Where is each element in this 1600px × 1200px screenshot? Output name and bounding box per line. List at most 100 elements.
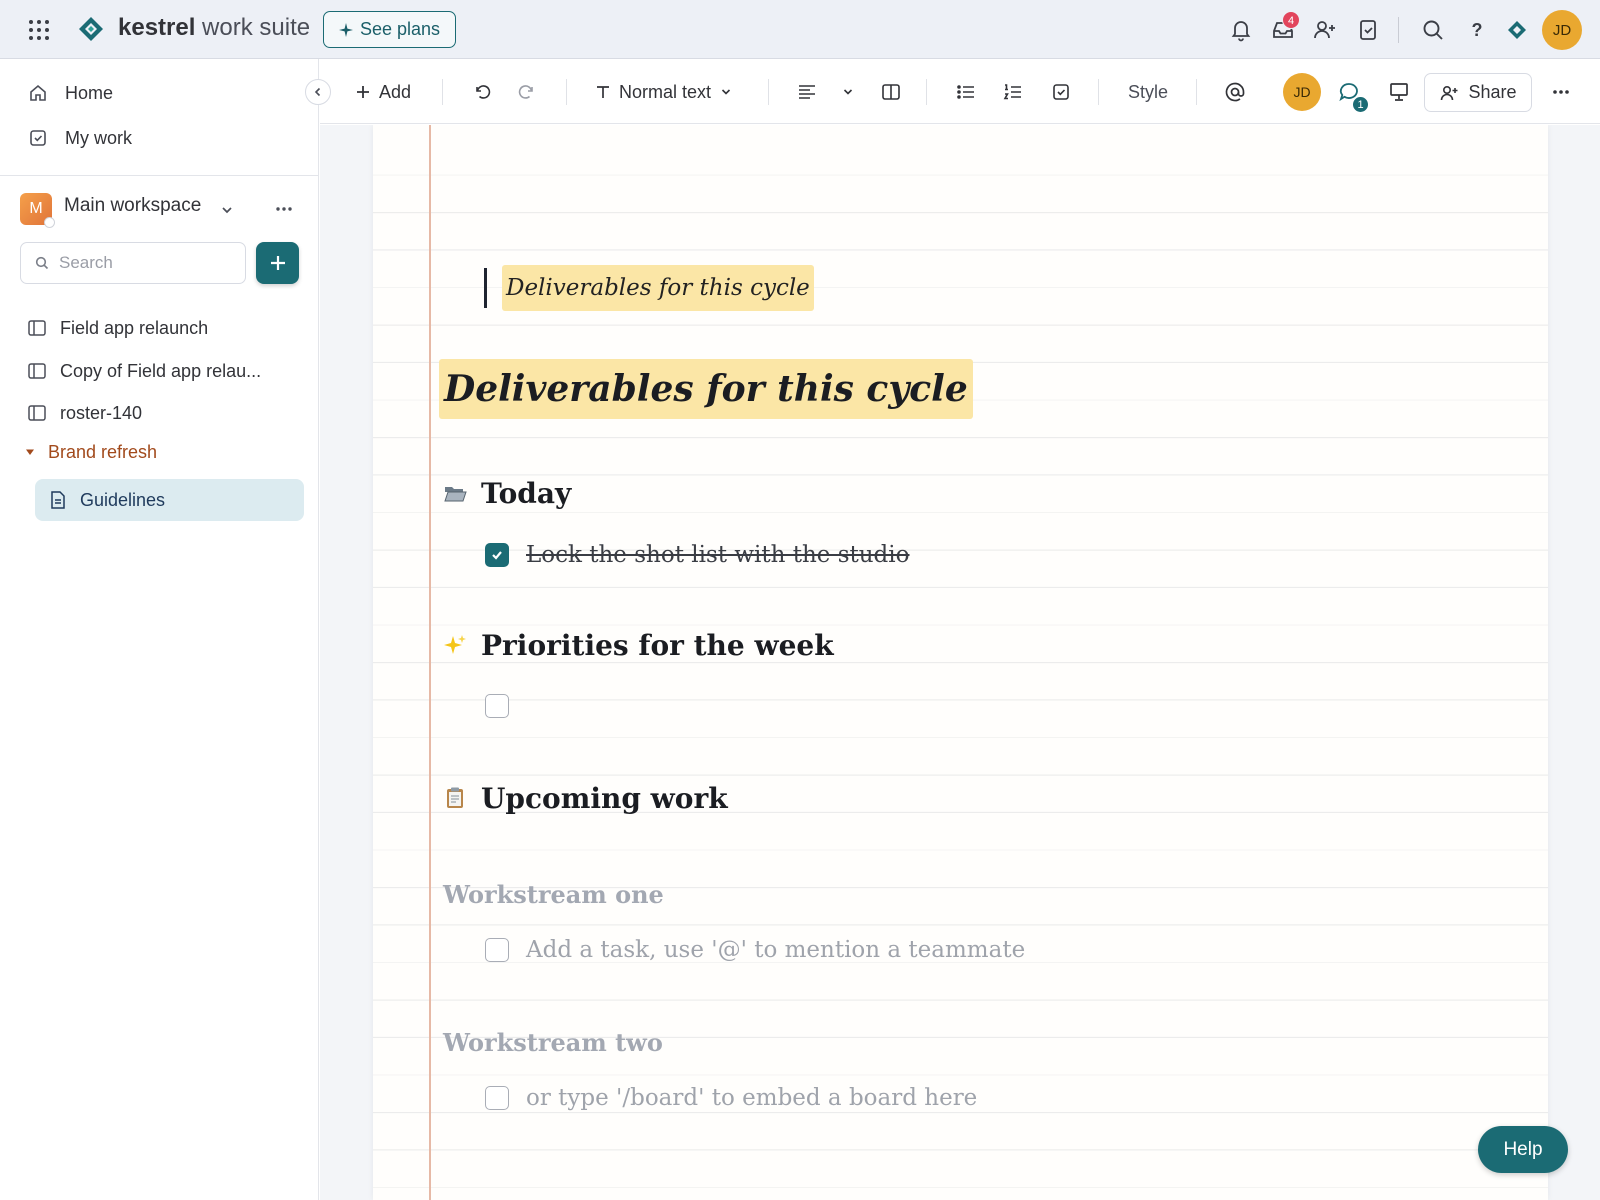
comment-count-badge: 1 [1352, 96, 1369, 113]
doc-item-label: Guidelines [80, 489, 166, 510]
task-text[interactable]: Lock the shot list with the studio [526, 542, 910, 568]
checklist-item[interactable]: Add a task, use '@' to mention a teammat… [485, 935, 1025, 965]
search-icon[interactable] [1420, 17, 1446, 43]
workstream-heading[interactable]: Workstream one [443, 880, 664, 909]
board-item-label: roster-140 [60, 402, 143, 423]
help-button[interactable]: Help [1478, 1126, 1568, 1173]
sidebar: Home My work M Main workspace Field app … [0, 59, 319, 1200]
toolbar-divider [1196, 79, 1197, 105]
user-avatar[interactable]: JD [1542, 10, 1582, 50]
checklist-item[interactable]: Lock the shot list with the studio [485, 540, 910, 570]
inbox-badge: 4 [1282, 11, 1300, 29]
checklist-item[interactable] [485, 691, 526, 721]
add-block-button[interactable]: Add [355, 78, 411, 106]
task-placeholder[interactable]: or type '/board' to embed a board here [526, 1085, 977, 1111]
folder-label: Brand refresh [48, 441, 158, 462]
board-icon [28, 363, 46, 379]
redo-icon[interactable] [517, 78, 537, 106]
board-item-label: Copy of Field app relau... [60, 360, 262, 381]
chevron-down-icon[interactable] [218, 201, 236, 219]
product-switcher-icon[interactable] [1504, 17, 1530, 43]
board-icon [28, 320, 46, 336]
section-heading-text: Upcoming work [481, 781, 728, 815]
task-placeholder[interactable]: Add a task, use '@' to mention a teammat… [526, 937, 1025, 963]
editor-canvas: Deliverables for this cycle Deliverables… [320, 125, 1600, 1200]
sidebar-divider [0, 175, 319, 176]
board-icon [28, 405, 46, 421]
mention-icon[interactable] [1224, 78, 1246, 106]
style-label: Style [1128, 81, 1169, 102]
section-heading-priorities[interactable]: Priorities for the week [443, 625, 834, 665]
section-heading-upcoming[interactable]: Upcoming work [443, 778, 728, 818]
checklist-item[interactable]: or type '/board' to embed a board here [485, 1083, 977, 1113]
folder-open-icon [444, 487, 467, 502]
task-checkbox[interactable] [485, 694, 509, 718]
toolbar-divider [926, 79, 927, 105]
collapse-sidebar-button[interactable] [305, 79, 331, 105]
sidebar-item-label: Home [65, 82, 114, 103]
apps-marketplace-icon[interactable] [1355, 17, 1381, 43]
toolbar-divider [768, 79, 769, 105]
see-plans-label: See plans [359, 19, 441, 39]
align-options-chevron-icon[interactable] [841, 78, 855, 106]
page-title[interactable]: Deliverables for this cycle [439, 359, 973, 419]
app-grid-icon[interactable] [27, 18, 51, 42]
paper-margin-line [429, 125, 431, 1200]
text-type-icon [597, 86, 609, 98]
document-icon [51, 491, 65, 509]
workspace-more-icon[interactable] [272, 199, 296, 219]
board-item-label: Field app relaunch [60, 317, 209, 338]
search-input[interactable] [59, 253, 229, 273]
plus-icon [270, 256, 285, 270]
add-item-button[interactable] [256, 242, 299, 284]
section-heading-today[interactable]: Today [443, 473, 571, 513]
help-icon[interactable]: ? [1467, 17, 1487, 43]
document-page[interactable]: Deliverables for this cycle Deliverables… [373, 125, 1548, 1200]
section-heading-text: Today [481, 476, 572, 510]
top-bar: kestrel work suite See plans 4 ? JD [0, 0, 1600, 59]
task-checkbox[interactable] [485, 938, 509, 962]
chevron-down-icon [721, 89, 731, 95]
bell-icon[interactable] [1228, 17, 1254, 43]
more-options-icon[interactable] [1550, 78, 1572, 106]
share-button[interactable]: Share [1424, 73, 1532, 112]
sidebar-item-my-work[interactable]: My work [20, 118, 300, 158]
caret-down-icon [26, 449, 34, 455]
home-icon [30, 84, 46, 101]
checklist-icon[interactable] [1051, 78, 1071, 106]
plus-icon [357, 86, 369, 98]
sidebar-item-home[interactable]: Home [20, 73, 300, 113]
sidebar-board-item[interactable]: roster-140 [28, 395, 300, 431]
undo-icon[interactable] [472, 78, 492, 106]
invite-member-icon[interactable] [1312, 17, 1338, 43]
sparkles-icon [444, 635, 466, 654]
clipboard-icon [447, 787, 463, 808]
task-checkbox[interactable] [485, 1086, 509, 1110]
numbered-list-icon[interactable] [1003, 78, 1023, 106]
topbar-divider [1398, 17, 1399, 43]
add-label: Add [379, 81, 412, 102]
text-style-dropdown[interactable]: Normal text [595, 78, 733, 106]
align-left-icon[interactable] [797, 78, 817, 106]
highlighted-text-block[interactable]: Deliverables for this cycle [502, 265, 814, 311]
see-plans-button[interactable]: See plans [323, 11, 456, 48]
collaborator-avatar[interactable]: JD [1283, 73, 1321, 111]
workstream-heading[interactable]: Workstream two [443, 1028, 663, 1057]
workspace-name[interactable]: Main workspace [64, 195, 201, 217]
share-label: Share [1468, 82, 1517, 102]
sidebar-item-guidelines[interactable]: Guidelines [35, 479, 304, 521]
present-icon[interactable] [1388, 78, 1410, 106]
check-square-icon [30, 130, 46, 146]
search-icon [35, 256, 49, 270]
sidebar-board-item[interactable]: Copy of Field app relau... [28, 353, 300, 389]
bulleted-list-icon[interactable] [956, 78, 976, 106]
toolbar-divider [1098, 79, 1099, 105]
task-checkbox[interactable] [485, 543, 509, 567]
sidebar-folder-brand-refresh[interactable]: Brand refresh [24, 435, 157, 469]
columns-layout-icon[interactable] [881, 78, 901, 106]
sidebar-board-item[interactable]: Field app relaunch [28, 310, 300, 346]
text-style-label: Normal text [619, 81, 712, 102]
editor-toolbar: Add Normal text Style JD 1 Share [320, 59, 1600, 124]
style-button[interactable]: Style [1128, 78, 1168, 106]
brand-logo-icon [78, 16, 104, 42]
